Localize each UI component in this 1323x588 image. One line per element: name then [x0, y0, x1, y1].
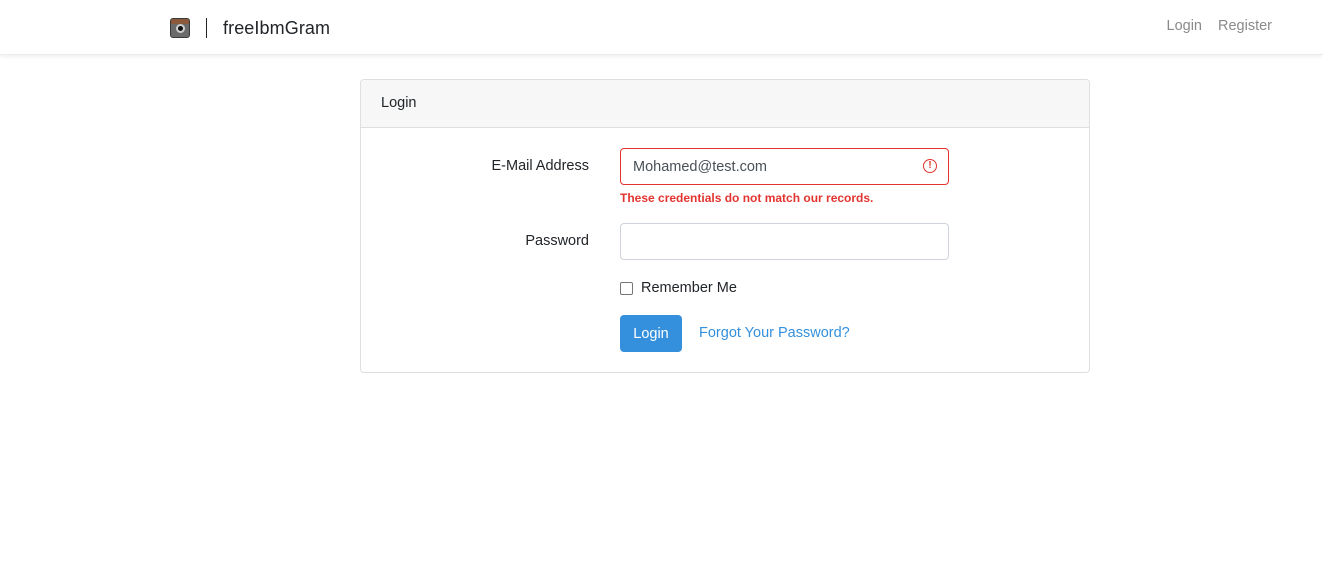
- top-navbar: freeIbmGram Login Register: [0, 0, 1323, 55]
- remember-me: Remember Me: [620, 280, 737, 296]
- forgot-password-link[interactable]: Forgot Your Password?: [699, 325, 850, 341]
- login-card: Login E-Mail Address ! These credentials…: [360, 79, 1090, 373]
- email-label: E-Mail Address: [491, 158, 589, 174]
- nav-register-link[interactable]: Register: [1218, 18, 1272, 34]
- camera-icon: [170, 18, 190, 38]
- remember-me-checkbox[interactable]: [620, 281, 633, 295]
- card-header: Login: [361, 80, 1089, 128]
- brand-divider: [206, 18, 207, 38]
- email-field[interactable]: [620, 148, 949, 185]
- login-button[interactable]: Login: [620, 315, 682, 352]
- brand[interactable]: freeIbmGram: [170, 17, 330, 39]
- exclamation-circle-icon: !: [923, 159, 937, 173]
- password-label: Password: [525, 233, 589, 249]
- email-error-message: These credentials do not match our recor…: [620, 191, 874, 205]
- remember-me-label[interactable]: Remember Me: [641, 280, 737, 296]
- nav-links: Login Register: [1167, 18, 1272, 34]
- password-field[interactable]: [620, 223, 949, 260]
- nav-login-link[interactable]: Login: [1167, 18, 1202, 34]
- brand-name[interactable]: freeIbmGram: [223, 18, 330, 39]
